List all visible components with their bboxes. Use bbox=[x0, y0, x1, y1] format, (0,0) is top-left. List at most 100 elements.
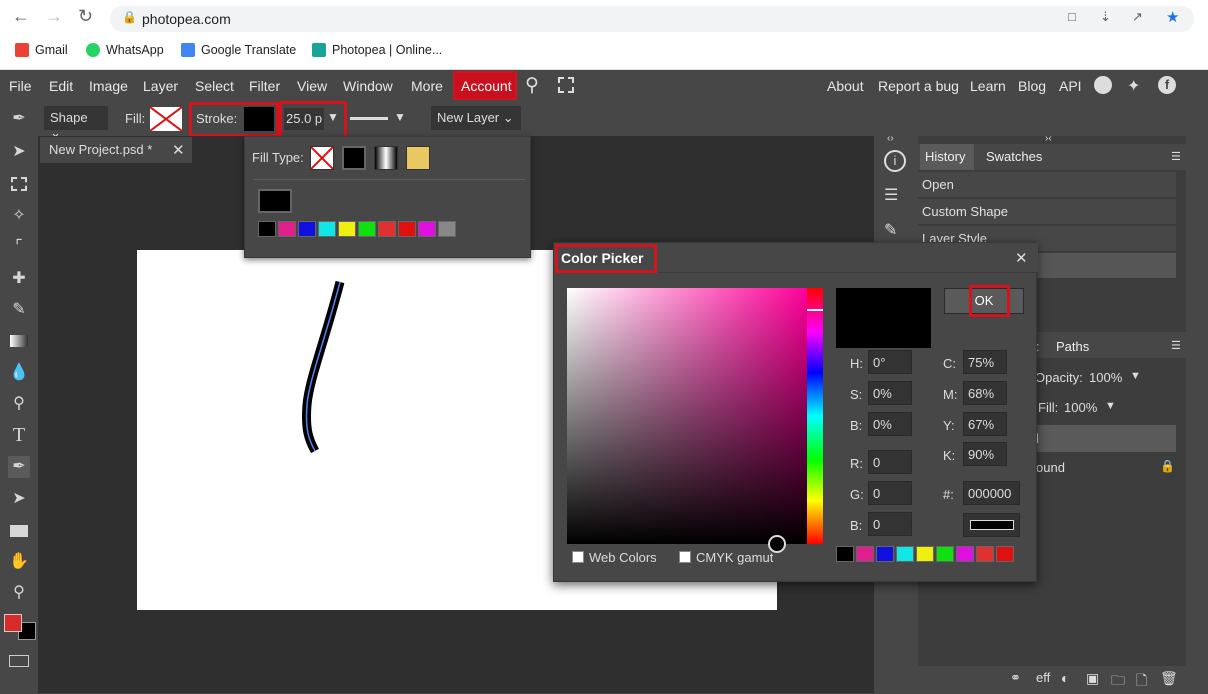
link-api[interactable]: API bbox=[1059, 78, 1082, 94]
opacity-value[interactable]: 100% bbox=[1089, 370, 1122, 385]
hand-tool-icon[interactable]: ✋ bbox=[8, 551, 30, 573]
swatch-black[interactable] bbox=[836, 546, 854, 562]
swatch-red[interactable] bbox=[378, 221, 396, 237]
search-icon[interactable]: ⚲ bbox=[525, 74, 539, 97]
bookmark-whatsapp[interactable]: WhatsApp bbox=[86, 43, 164, 57]
stroke-color-swatch[interactable] bbox=[244, 107, 274, 131]
address-bar[interactable]: 🔒 photopea.com □ ⇣ ↗ ★ bbox=[110, 6, 1194, 32]
direct-select-icon[interactable]: ➤ bbox=[8, 488, 30, 510]
path-select-tool-icon[interactable]: ✒ bbox=[8, 456, 30, 478]
pen-tool-icon[interactable]: ✒ bbox=[8, 108, 30, 130]
menu-more[interactable]: More bbox=[411, 78, 443, 94]
adjustment-layer-icon[interactable]: ◐ bbox=[1061, 670, 1069, 686]
effects-icon[interactable]: eff bbox=[1036, 670, 1050, 685]
magic-wand-icon[interactable]: ✧ bbox=[8, 205, 30, 227]
swatch-yellow[interactable] bbox=[916, 546, 934, 562]
color-bar-input[interactable] bbox=[963, 513, 1020, 537]
c-input[interactable]: 75% bbox=[963, 350, 1007, 374]
close-tab-icon[interactable]: ✕ bbox=[172, 141, 185, 159]
swatch-blue[interactable] bbox=[876, 546, 894, 562]
b-input[interactable]: 0% bbox=[868, 412, 912, 436]
new-layer-icon[interactable]: 🗋 bbox=[1136, 670, 1147, 694]
menu-window[interactable]: Window bbox=[343, 78, 393, 94]
swatch-gray[interactable] bbox=[438, 221, 456, 237]
saturation-brightness-field[interactable] bbox=[567, 288, 807, 544]
brush-settings-icon[interactable]: ✎ bbox=[884, 220, 897, 240]
blur-tool-icon[interactable]: 💧 bbox=[8, 362, 30, 384]
link-report-bug[interactable]: Report a bug bbox=[878, 78, 959, 94]
swatch-red-2[interactable] bbox=[398, 221, 416, 237]
shape-mode-select[interactable]: Shape ⌄ bbox=[44, 106, 108, 140]
document-tab[interactable]: New Project.psd * ✕ bbox=[40, 137, 192, 163]
s-input[interactable]: 0% bbox=[868, 381, 912, 405]
hue-slider-marker[interactable] bbox=[807, 309, 823, 311]
account-button[interactable]: Account bbox=[453, 71, 517, 100]
menu-select[interactable]: Select bbox=[195, 78, 234, 94]
menu-edit[interactable]: Edit bbox=[49, 78, 73, 94]
delete-icon[interactable]: 🗑 bbox=[1160, 670, 1178, 687]
marquee-tool-icon[interactable] bbox=[8, 173, 30, 195]
facebook-icon[interactable]: f bbox=[1158, 76, 1176, 94]
blue-input[interactable]: 0 bbox=[868, 512, 912, 536]
tab-paths[interactable]: Paths bbox=[1056, 339, 1089, 354]
fill-dropdown-icon[interactable]: ▼ bbox=[1105, 400, 1116, 412]
swatch-yellow[interactable] bbox=[338, 221, 356, 237]
link-layers-icon[interactable]: ⚭ bbox=[1010, 670, 1021, 686]
move-tool-icon[interactable]: ➤ bbox=[8, 141, 30, 163]
share-page-icon[interactable]: □ bbox=[1068, 9, 1076, 24]
close-dialog-icon[interactable]: ✕ bbox=[1015, 249, 1028, 267]
swatch-red[interactable] bbox=[976, 546, 994, 562]
info-icon[interactable]: i bbox=[884, 150, 906, 172]
hex-input[interactable]: 000000 bbox=[963, 481, 1020, 505]
swatch-cyan[interactable] bbox=[318, 221, 336, 237]
fill-type-solid[interactable] bbox=[342, 146, 366, 170]
swatch-magenta[interactable] bbox=[278, 221, 296, 237]
stroke-width-input[interactable]: 25.0 p bbox=[284, 108, 324, 130]
swatch-black[interactable] bbox=[258, 221, 276, 237]
adjustments-icon[interactable]: ☰ bbox=[884, 185, 898, 205]
swatch-purple[interactable] bbox=[418, 221, 436, 237]
stroke-style-line[interactable] bbox=[350, 117, 388, 120]
bookmark-star-icon[interactable]: ★ bbox=[1166, 8, 1179, 26]
m-input[interactable]: 68% bbox=[963, 381, 1007, 405]
panel-menu-icon[interactable]: ☰ bbox=[1171, 150, 1181, 163]
swatch-magenta[interactable] bbox=[856, 546, 874, 562]
stroke-width-dropdown-icon[interactable]: ▼ bbox=[327, 110, 339, 124]
menu-file[interactable]: File bbox=[9, 78, 32, 94]
tab-history[interactable]: History bbox=[920, 144, 974, 170]
type-tool-icon[interactable]: T bbox=[8, 424, 30, 446]
y-input[interactable]: 67% bbox=[963, 412, 1007, 436]
collapse-icon[interactable]: ‹› bbox=[887, 133, 894, 144]
swatch-red-2[interactable] bbox=[996, 546, 1014, 562]
opacity-dropdown-icon[interactable]: ▼ bbox=[1130, 370, 1141, 382]
fill-type-gradient[interactable] bbox=[374, 146, 398, 170]
layer-row-background[interactable]: ound bbox=[1036, 460, 1065, 475]
keyboard-icon[interactable] bbox=[9, 655, 29, 667]
k-input[interactable]: 90% bbox=[963, 442, 1007, 466]
link-blog[interactable]: Blog bbox=[1018, 78, 1046, 94]
g-input[interactable]: 0 bbox=[868, 481, 912, 505]
foreground-color-swatch[interactable] bbox=[4, 614, 22, 632]
web-colors-checkbox[interactable] bbox=[572, 551, 584, 563]
menu-view[interactable]: View bbox=[297, 78, 327, 94]
history-item[interactable]: Open bbox=[918, 172, 1176, 198]
dodge-tool-icon[interactable]: ⚲ bbox=[8, 393, 30, 415]
install-icon[interactable]: ⇣ bbox=[1100, 9, 1111, 25]
link-learn[interactable]: Learn bbox=[970, 78, 1006, 94]
fill-opacity-value[interactable]: 100% bbox=[1064, 400, 1097, 415]
healing-brush-icon[interactable]: ✚ bbox=[8, 268, 30, 290]
swatch-green[interactable] bbox=[936, 546, 954, 562]
fullscreen-icon[interactable] bbox=[558, 77, 574, 93]
current-color-swatch[interactable] bbox=[258, 189, 292, 213]
hue-slider[interactable] bbox=[807, 288, 823, 544]
expand-icon[interactable]: ›‹ bbox=[1045, 133, 1052, 144]
swatch-cyan[interactable] bbox=[896, 546, 914, 562]
forward-icon[interactable]: → bbox=[45, 6, 63, 27]
back-icon[interactable]: ← bbox=[12, 6, 30, 27]
bookmark-gmail[interactable]: Gmail bbox=[15, 43, 68, 57]
new-layer-select[interactable]: New Layer ⌄ bbox=[431, 106, 521, 130]
mask-icon[interactable]: ▣ bbox=[1086, 670, 1099, 687]
r-input[interactable]: 0 bbox=[868, 450, 912, 474]
menu-image[interactable]: Image bbox=[89, 78, 128, 94]
reddit-icon[interactable] bbox=[1094, 76, 1112, 94]
